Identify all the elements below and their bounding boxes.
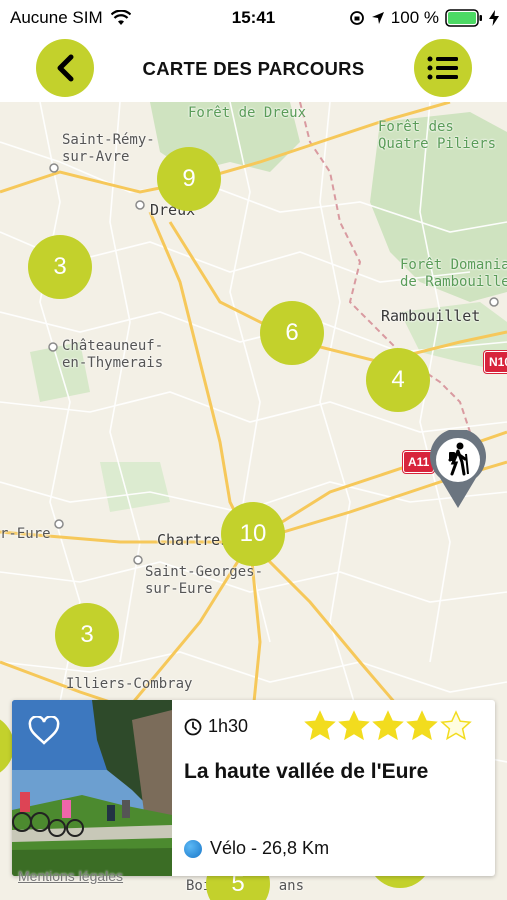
route-rating bbox=[304, 710, 472, 742]
list-view-button[interactable] bbox=[414, 39, 472, 97]
star-icon bbox=[440, 710, 472, 741]
map-label-rambouillet: Rambouillet bbox=[381, 307, 481, 325]
map-label-saint-remy: Saint-Rémy- sur-Avre bbox=[62, 132, 155, 165]
clock-icon bbox=[184, 718, 202, 735]
cluster-marker[interactable]: 3 bbox=[55, 603, 119, 667]
hiker-pin-icon[interactable] bbox=[428, 430, 488, 510]
battery-icon bbox=[445, 9, 482, 27]
star-icon bbox=[338, 710, 370, 741]
cluster-marker[interactable]: 10 bbox=[221, 502, 285, 566]
star-icon bbox=[304, 710, 336, 741]
activity-label: Vélo - 26,8 Km bbox=[210, 838, 330, 858]
list-icon bbox=[427, 56, 458, 80]
map-label-saint-georges: Saint-Georges- sur-Eure bbox=[145, 564, 264, 597]
map-label-chartres: Chartres bbox=[157, 531, 230, 549]
app-header: CARTE DES PARCOURS bbox=[0, 36, 507, 102]
charging-bolt-icon bbox=[489, 10, 499, 26]
star-icon bbox=[372, 710, 404, 741]
route-card[interactable]: 1h30 La haute vallée de l'Eure Vélo - 26… bbox=[12, 700, 495, 876]
map-label-illiers: Illiers-Combray bbox=[66, 676, 193, 692]
route-name: La haute vallée de l'Eure bbox=[184, 760, 429, 783]
road-shield-n10: N10 bbox=[484, 351, 507, 373]
heart-icon[interactable] bbox=[28, 716, 60, 746]
route-activity: Vélo - 26,8 Km bbox=[184, 838, 329, 859]
location-arrow-icon bbox=[371, 12, 384, 24]
cluster-marker[interactable]: 6 bbox=[260, 301, 324, 365]
map-label-foret-dreux: Forêt de Dreux bbox=[188, 105, 307, 121]
star-icon bbox=[406, 710, 438, 741]
map-label-eure: r-Eure bbox=[0, 526, 51, 542]
status-bar: Aucune SIM 15:41 100 % bbox=[0, 0, 507, 36]
map-label-foret-rambouillet: Forêt Domaniale de Rambouillet bbox=[400, 257, 507, 290]
duration-label: 1h30 bbox=[208, 716, 249, 736]
rotation-lock-icon bbox=[349, 11, 364, 25]
cluster-marker[interactable]: 4 bbox=[366, 348, 430, 412]
map-label-chateauneuf: Châteauneuf- en-Thymerais bbox=[62, 338, 164, 371]
route-duration: 1h30 bbox=[184, 716, 248, 737]
cluster-marker[interactable]: 9 bbox=[157, 147, 221, 211]
cluster-marker[interactable]: 3 bbox=[28, 235, 92, 299]
battery-percent: 100 % bbox=[390, 8, 439, 27]
legal-link[interactable]: Mentions légales bbox=[18, 868, 123, 884]
map-label-foret-quatre-piliers: Forêt des Quatre Piliers bbox=[378, 119, 497, 152]
activity-dot-icon bbox=[184, 839, 202, 858]
